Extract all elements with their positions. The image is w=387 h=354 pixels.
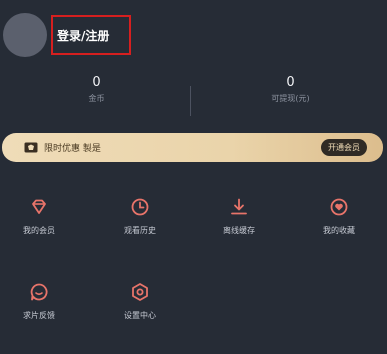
ticket-icon — [24, 142, 38, 153]
coins-value: 0 — [92, 75, 101, 90]
settings-icon — [132, 283, 148, 301]
menu-item-my-favorites[interactable]: 我的收藏 — [309, 197, 369, 236]
menu-item-watch-history[interactable]: 观看历史 — [110, 197, 170, 236]
withdrawable-stat[interactable]: 0 可提现(元) — [194, 74, 387, 105]
stats-row: 0 金币 0 可提现(元) — [0, 74, 387, 114]
menu-label: 观看历史 — [124, 226, 156, 235]
diamond-icon — [32, 199, 46, 214]
menu-item-request-feedback[interactable]: 求片反馈 — [9, 282, 69, 321]
open-vip-button[interactable]: 开通会员 — [321, 139, 367, 156]
withdrawable-value: 0 — [286, 75, 295, 90]
vip-promo-text: 限时优惠 製是 — [44, 144, 101, 154]
download-icon — [231, 198, 247, 215]
withdrawable-label: 可提现(元) — [271, 94, 310, 103]
coins-label: 金币 — [88, 94, 105, 103]
stats-divider — [190, 86, 191, 116]
menu-label: 求片反馈 — [23, 311, 55, 320]
feedback-icon — [30, 283, 48, 301]
menu-label: 离线缓存 — [223, 226, 255, 235]
avatar[interactable] — [3, 13, 47, 57]
login-register-label: 登录/注册 — [57, 28, 110, 43]
heart-icon — [330, 198, 348, 216]
clock-icon — [131, 198, 149, 216]
menu-label: 设置中心 — [124, 311, 156, 320]
menu-item-my-vip[interactable]: 我的会员 — [9, 197, 69, 236]
login-register-link[interactable]: 登录/注册 — [51, 15, 131, 55]
vip-banner[interactable]: 限时优惠 製是 开通会员 — [2, 133, 383, 162]
menu-item-offline-cache[interactable]: 离线缓存 — [209, 197, 269, 236]
menu-item-settings[interactable]: 设置中心 — [110, 282, 170, 321]
coins-stat[interactable]: 0 金币 — [0, 74, 193, 105]
menu-label: 我的会员 — [23, 226, 55, 235]
menu-label: 我的收藏 — [323, 226, 355, 235]
